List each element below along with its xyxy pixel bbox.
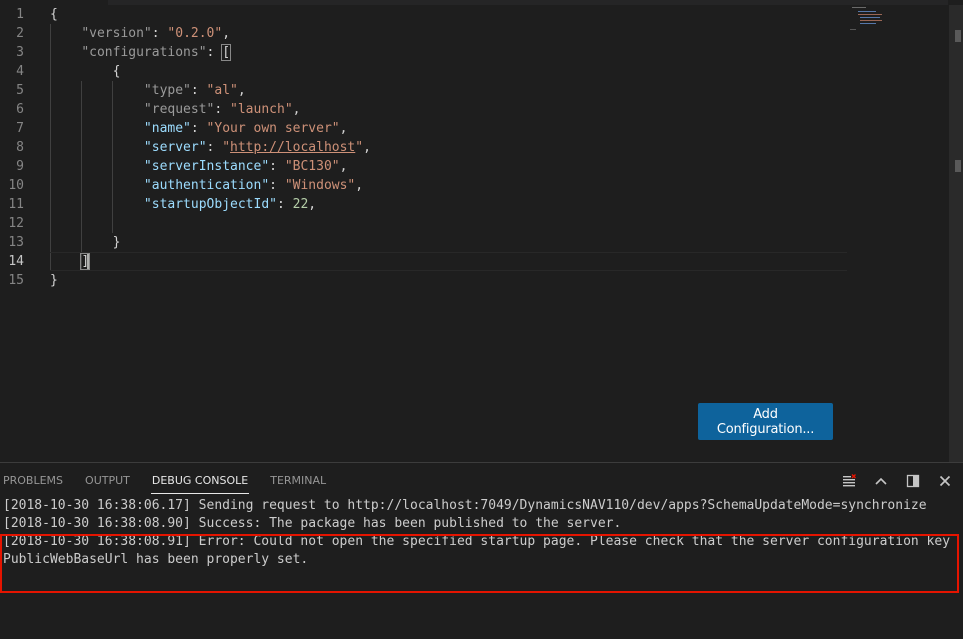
line-number: 11 — [8, 197, 24, 212]
split-panel-icon[interactable] — [901, 469, 925, 493]
minimap[interactable] — [848, 5, 888, 35]
line-number: 4 — [16, 64, 24, 79]
debug-console-output[interactable]: [2018-10-30 16:38:06.17] Sending request… — [3, 497, 961, 569]
code-line: "name": "Your own server", — [143, 121, 348, 136]
code-line: } — [112, 235, 121, 250]
code-line: { — [50, 7, 58, 22]
tab-problems[interactable]: PROBLEMS — [2, 469, 64, 493]
code-line: "request": "launch", — [143, 102, 301, 117]
line-number: 2 — [16, 26, 24, 41]
server-url-link[interactable]: http://localhost — [230, 140, 355, 155]
panel-actions — [829, 469, 957, 493]
text-cursor — [87, 253, 90, 270]
line-number: 13 — [8, 235, 24, 250]
panel-tabs: PROBLEMS OUTPUT DEBUG CONSOLE TERMINAL — [0, 463, 347, 499]
code-line: "startupObjectId": 22, — [143, 197, 317, 212]
line-number: 12 — [8, 216, 24, 231]
console-line-error: [2018-10-30 16:38:08.91] Error: Could no… — [3, 534, 958, 567]
console-line: [2018-10-30 16:38:06.17] Sending request… — [3, 498, 927, 513]
scrollbar-marker — [955, 160, 961, 172]
tab-terminal[interactable]: TERMINAL — [269, 469, 327, 493]
matched-bracket: [ — [221, 44, 232, 61]
code-editor[interactable]: 1 2 3 4 5 6 7 8 9 10 11 12 13 14 15 { "v… — [0, 0, 963, 462]
matched-bracket: ] — [80, 253, 91, 270]
line-number: 8 — [16, 140, 24, 155]
line-number: 7 — [16, 121, 24, 136]
code-line-active: ] — [50, 252, 850, 271]
code-line: "serverInstance": "BC130", — [143, 159, 348, 174]
code-line: } — [50, 273, 58, 288]
close-icon[interactable] — [933, 469, 957, 493]
code-line: "authentication": "Windows", — [143, 178, 364, 193]
code-line: { — [112, 64, 121, 79]
code-line: "type": "al", — [143, 83, 246, 98]
scrollbar-marker — [955, 30, 961, 42]
line-number-gutter: 1 2 3 4 5 6 7 8 9 10 11 12 13 14 15 — [0, 5, 34, 290]
tab-output[interactable]: OUTPUT — [84, 469, 131, 493]
line-number: 9 — [16, 159, 24, 174]
line-number: 15 — [8, 273, 24, 288]
line-number: 10 — [8, 178, 24, 193]
code-line: "server": "http://localhost", — [143, 140, 371, 155]
tab-debug-console[interactable]: DEBUG CONSOLE — [150, 469, 250, 494]
code-line: "configurations": [ — [81, 44, 232, 61]
line-number-active: 14 — [8, 254, 24, 269]
chevron-up-icon[interactable] — [869, 469, 893, 493]
line-number: 1 — [16, 7, 24, 22]
line-number: 5 — [16, 83, 24, 98]
line-number: 6 — [16, 102, 24, 117]
line-number: 3 — [16, 45, 24, 60]
add-configuration-button[interactable]: Add Configuration... — [698, 403, 833, 440]
console-line: [2018-10-30 16:38:08.90] Success: The pa… — [3, 516, 622, 531]
code-content[interactable]: { "version": "0.2.0", "configurations": … — [50, 5, 850, 290]
code-line: "version": "0.2.0", — [81, 26, 231, 41]
bottom-panel: PROBLEMS OUTPUT DEBUG CONSOLE TERMINAL [… — [0, 462, 963, 639]
editor-scrollbar[interactable] — [949, 5, 963, 462]
clear-console-icon[interactable] — [837, 469, 861, 493]
